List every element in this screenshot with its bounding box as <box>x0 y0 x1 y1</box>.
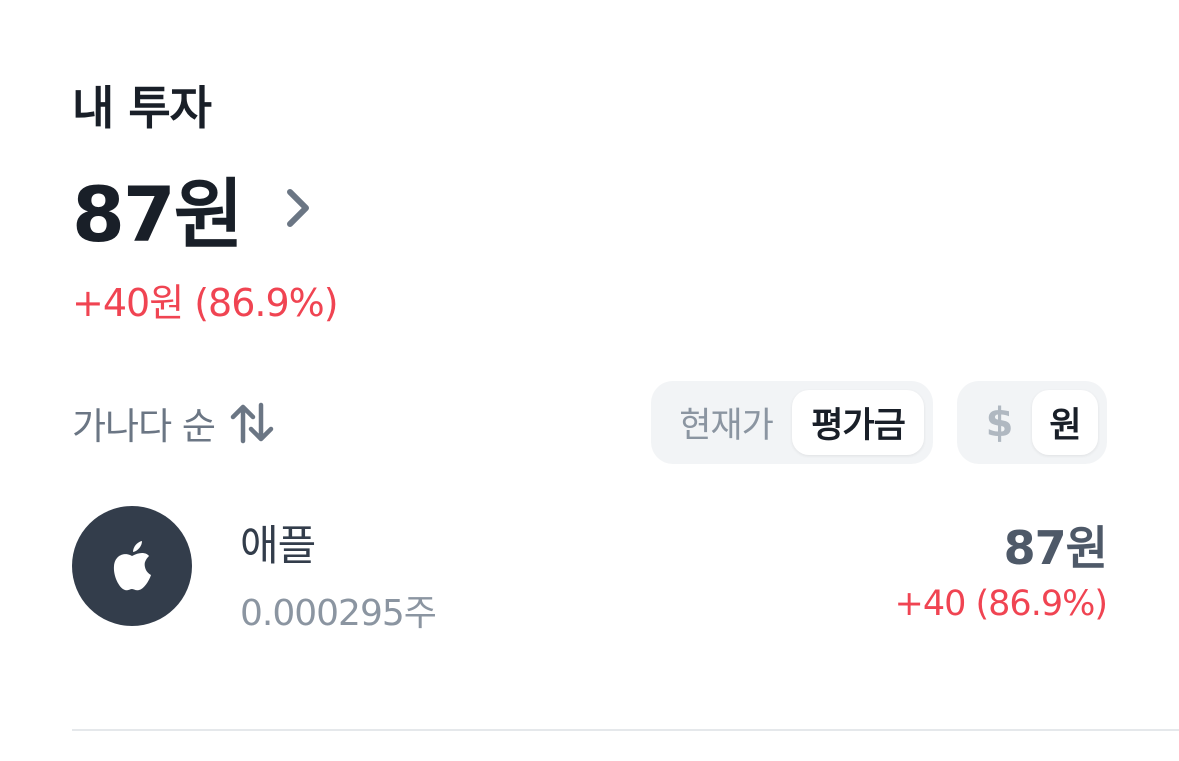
currency-toggle: $ 원 <box>957 381 1107 464</box>
sort-button[interactable]: 가나다 순 <box>72 396 275 450</box>
stock-name: 애플 <box>240 521 316 570</box>
krw-option[interactable]: 원 <box>1032 390 1098 455</box>
stock-change: +40 (86.9%) <box>894 584 1108 624</box>
total-amount: 87원 <box>72 170 244 259</box>
usd-option[interactable]: $ <box>966 390 1032 455</box>
total-change: +40원 (86.9%) <box>72 281 339 325</box>
current-price-option[interactable]: 현재가 <box>660 390 792 455</box>
price-toggle: 현재가 평가금 <box>651 381 933 464</box>
stock-quantity: 0.000295주 <box>240 593 437 634</box>
chevron-right-icon <box>282 184 322 232</box>
apple-logo-icon <box>72 506 192 626</box>
sort-arrows-icon <box>229 401 275 445</box>
section-title: 내 투자 <box>72 81 212 135</box>
valuation-option[interactable]: 평가금 <box>792 390 924 455</box>
total-investment-button[interactable]: 87원 <box>72 160 322 259</box>
holding-row[interactable]: 애플 0.000295주 87원 +40 (86.9%) <box>72 506 1108 634</box>
stock-value: 87원 <box>1003 521 1108 575</box>
sort-label: 가나다 순 <box>72 405 216 448</box>
divider <box>72 729 1179 731</box>
